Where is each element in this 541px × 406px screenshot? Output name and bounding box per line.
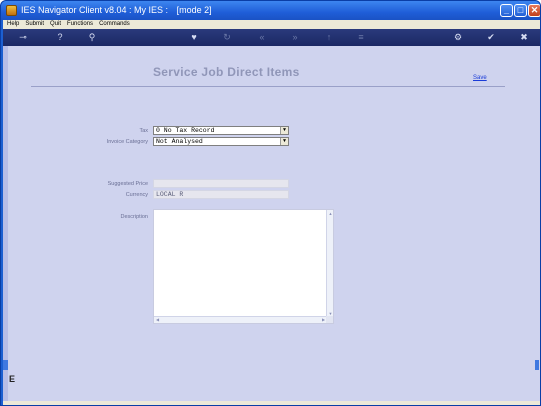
window-title: IES Navigator Client v8.04 : My IES : [m… (21, 1, 218, 20)
invoice-category-select[interactable]: Not Analysed ▼ (153, 137, 289, 146)
maximize-button[interactable]: □ (514, 4, 527, 17)
currency-label: Currency (125, 192, 148, 198)
app-icon (6, 5, 17, 16)
close-button[interactable]: ✕ (528, 4, 540, 17)
tax-label: Tax (139, 128, 148, 134)
suggested-price-label: Suggested Price (107, 181, 148, 187)
scroll-corner (326, 316, 333, 323)
save-link[interactable]: Save (473, 75, 487, 81)
last-icon[interactable]: » (287, 29, 303, 46)
currency-field: LOCAL R (153, 190, 289, 199)
refresh-icon[interactable]: ↻ (219, 29, 235, 46)
menu-commands[interactable]: Commands (99, 21, 130, 27)
invoice-category-label: Invoice Category (106, 139, 148, 145)
main-content: E Service Job Direct Items Save Tax 0 No… (3, 46, 540, 401)
description-textarea[interactable]: ▲ ▼ ◀ ▶ (153, 209, 334, 324)
app-window: IES Navigator Client v8.04 : My IES : [m… (0, 0, 541, 406)
settings-icon[interactable]: ⚙ (450, 29, 466, 46)
ok-icon[interactable]: ✔ (483, 29, 499, 46)
suggested-price-field (153, 179, 289, 188)
left-side-panel (3, 46, 8, 401)
tax-value: 0 No Tax Record (156, 127, 215, 134)
invoice-category-value: Not Analysed (156, 138, 203, 145)
description-label: Description (120, 214, 148, 220)
scroll-left-icon[interactable]: ◀ (154, 316, 161, 323)
chevron-down-icon[interactable]: ▼ (280, 127, 288, 134)
tax-select[interactable]: 0 No Tax Record ▼ (153, 126, 289, 135)
window-title-mode: [mode 2] (176, 5, 212, 15)
left-side-marker[interactable] (3, 360, 8, 370)
menu-functions[interactable]: Functions (67, 21, 93, 27)
chevron-down-icon[interactable]: ▼ (280, 138, 288, 145)
key-icon[interactable]: ⊸ (13, 29, 33, 46)
description-vertical-scrollbar[interactable]: ▲ ▼ (326, 210, 333, 317)
heart-icon[interactable]: ♥ (186, 29, 202, 46)
menu-quit[interactable]: Quit (50, 21, 61, 27)
nav-up-icon[interactable]: ↑ (321, 29, 337, 46)
side-letter[interactable]: E (9, 374, 15, 384)
cancel-icon[interactable]: ✖ (516, 29, 532, 46)
description-horizontal-scrollbar[interactable]: ◀ ▶ (154, 316, 327, 323)
scroll-up-icon[interactable]: ▲ (327, 210, 334, 217)
first-icon[interactable]: « (254, 29, 270, 46)
menu-help[interactable]: Help (7, 21, 19, 27)
search-icon[interactable]: ⚲ (84, 29, 100, 46)
window-title-main: IES Navigator Client v8.04 : My IES : (21, 5, 169, 15)
minimize-button[interactable]: _ (500, 4, 513, 17)
menu-submit[interactable]: Submit (25, 21, 44, 27)
help-icon[interactable]: ? (52, 29, 68, 46)
menu-bar: Help Submit Quit Functions Commands (3, 20, 540, 29)
title-bar: IES Navigator Client v8.04 : My IES : [m… (1, 1, 540, 20)
right-side-marker[interactable] (535, 360, 539, 370)
list-icon[interactable]: ≡ (353, 29, 369, 46)
toolbar: ⊸ ? ⚲ ♥ ↻ « » ↑ ≡ ⚙ ✔ ✖ (3, 29, 540, 46)
status-bar (3, 401, 540, 405)
page-title: Service Job Direct Items (153, 65, 300, 79)
title-divider (31, 86, 505, 87)
